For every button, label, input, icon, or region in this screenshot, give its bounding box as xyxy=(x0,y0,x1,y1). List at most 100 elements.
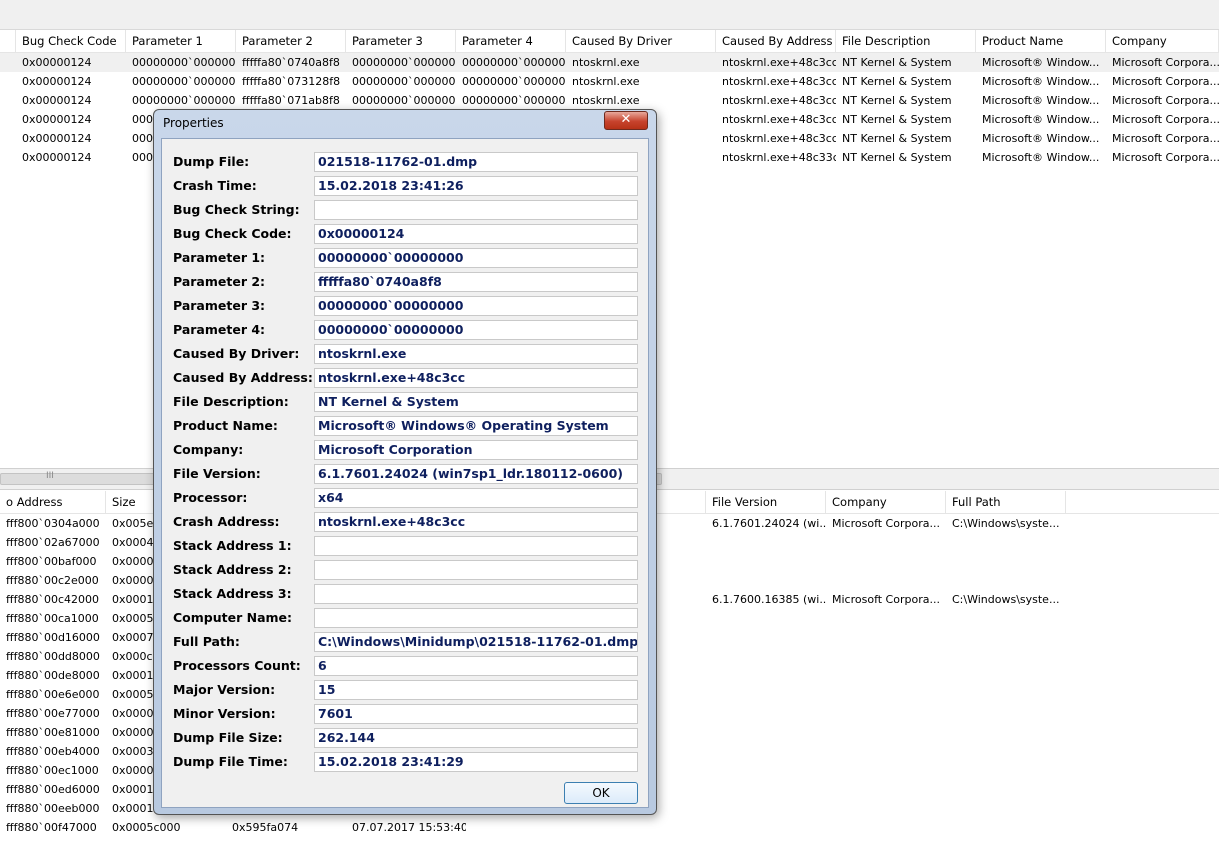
driver-list-cell: fff880`00ec1000 xyxy=(6,764,99,777)
property-value-field[interactable]: ntoskrnl.exe xyxy=(314,344,638,364)
driver-list-cell xyxy=(706,533,826,552)
property-value-field[interactable]: 00000000`00000000 xyxy=(314,296,638,316)
driver-list-cell: fff800`00baf000 xyxy=(6,555,97,568)
driver-list-cell xyxy=(706,628,826,647)
property-value-field[interactable]: 15 xyxy=(314,680,638,700)
property-label: Stack Address 2: xyxy=(173,562,292,577)
property-label: Caused By Driver: xyxy=(173,346,300,361)
crash-list-cell: ntoskrnl.exe xyxy=(572,56,640,69)
crash-list-column-header[interactable]: Product Name xyxy=(976,30,1106,52)
driver-list-cell: 0x595fa074 xyxy=(232,821,299,834)
crash-list-column-header[interactable]: Company xyxy=(1106,30,1219,52)
crash-list-column-header[interactable]: Bug Check Code xyxy=(16,30,126,52)
crash-list-column-header[interactable]: Parameter 2 xyxy=(236,30,346,52)
crash-list-column-header[interactable]: Caused By Driver xyxy=(566,30,716,52)
driver-list-cell xyxy=(946,723,1066,742)
driver-list-cell xyxy=(826,647,946,666)
driver-list-cell xyxy=(466,818,586,837)
crash-list-cell: ntoskrnl.exe+48c33c xyxy=(722,151,836,164)
properties-dialog: Properties ✕ Dump File Time: 15.02.2018 2… xyxy=(153,109,657,815)
driver-list-cell xyxy=(706,704,826,723)
property-value-field[interactable]: fffffa80`0740a8f8 xyxy=(314,272,638,292)
crash-list-cell: 00000000`000000... xyxy=(352,56,456,69)
driver-list-cell xyxy=(946,647,1066,666)
driver-list-cell xyxy=(826,742,946,761)
driver-list-cell: fff880`00ed6000 xyxy=(6,783,100,796)
property-value-field[interactable]: 6.1.7601.24024 (win7sp1_ldr.180112-0600) xyxy=(314,464,638,484)
close-icon[interactable]: ✕ xyxy=(604,111,648,130)
property-value-field[interactable]: 15.02.2018 23:41:26 xyxy=(314,176,638,196)
crash-list-row[interactable]: 0x00000124 00000000`000000... fffffa80`074… xyxy=(0,53,1219,72)
driver-list-cell xyxy=(706,780,826,799)
property-value-field[interactable] xyxy=(314,608,638,628)
crash-list-column-header[interactable]: File Description xyxy=(836,30,976,52)
crash-list-cell: ntoskrnl.exe+48c3cc xyxy=(722,132,836,145)
driver-list-row[interactable]: fff880`00f47000 0x0005c000 0x595fa074 07.07… xyxy=(0,818,1219,837)
property-value-field[interactable] xyxy=(314,584,638,604)
property-value-field[interactable]: 00000000`00000000 xyxy=(314,320,638,340)
property-label: Crash Address: xyxy=(173,514,280,529)
crash-list-cell: Microsoft® Window... xyxy=(982,151,1100,164)
property-row: Bug Check Code: 0x00000124 xyxy=(162,224,648,244)
crash-list-header-spacer xyxy=(0,30,16,52)
property-row: Major Version: 15 xyxy=(162,680,648,700)
driver-list-cell: fff800`0304a000 xyxy=(6,517,100,530)
property-value-field[interactable]: 021518-11762-01.dmp xyxy=(314,152,638,172)
driver-list-cell: fff880`00dd8000 xyxy=(6,650,100,663)
property-value-field[interactable]: 262.144 xyxy=(314,728,638,748)
property-value-field[interactable]: Microsoft Corporation xyxy=(314,440,638,460)
ok-button[interactable]: OK xyxy=(564,782,638,804)
property-value-field[interactable] xyxy=(314,560,638,580)
property-value-field[interactable]: x64 xyxy=(314,488,638,508)
property-value-field[interactable]: 7601 xyxy=(314,704,638,724)
property-label: Processors Count: xyxy=(173,658,301,673)
property-label: Dump File Size: xyxy=(173,730,283,745)
driver-list-column-header[interactable]: Company xyxy=(826,491,946,513)
properties-panel: Dump File Time: 15.02.2018 23:41:29 Dump F… xyxy=(161,138,649,808)
driver-list-column-header[interactable]: o Address xyxy=(0,491,106,513)
crash-list-cell: 00000000`000000... xyxy=(462,56,566,69)
property-row: Crash Time: 15.02.2018 23:41:26 xyxy=(162,176,648,196)
driver-list-column-header[interactable]: File Version xyxy=(706,491,826,513)
crash-list-cell: 00000000`000000... xyxy=(462,94,566,107)
crash-list-column-header[interactable]: Parameter 4 xyxy=(456,30,566,52)
crash-list-cell: NT Kernel & System xyxy=(842,75,952,88)
driver-list-cell xyxy=(706,723,826,742)
property-value-field[interactable]: C:\Windows\Minidump\021518-11762-01.dmp xyxy=(314,632,638,652)
driver-list-cell xyxy=(826,571,946,590)
driver-list-cell: fff880`00e77000 xyxy=(6,707,100,720)
property-value-field[interactable]: 6 xyxy=(314,656,638,676)
driver-list-column-header[interactable]: Full Path xyxy=(946,491,1066,513)
driver-list-cell xyxy=(706,647,826,666)
crash-list-cell: Microsoft® Window... xyxy=(982,132,1100,145)
property-value-field[interactable]: NT Kernel & System xyxy=(314,392,638,412)
driver-list-cell xyxy=(826,723,946,742)
property-value-field[interactable] xyxy=(314,200,638,220)
property-label: Parameter 3: xyxy=(173,298,266,313)
crash-list-row[interactable]: 0x00000124 00000000`000000... fffffa80`071… xyxy=(0,91,1219,110)
crash-list-column-header[interactable]: Parameter 1 xyxy=(126,30,236,52)
property-row: Product Name: Microsoft® Windows® Operati… xyxy=(162,416,648,436)
property-value-field[interactable]: ntoskrnl.exe+48c3cc xyxy=(314,368,638,388)
property-value-field[interactable] xyxy=(314,536,638,556)
property-value-field[interactable]: 0x00000124 xyxy=(314,224,638,244)
crash-list-cell: 00000000`000000... xyxy=(132,75,236,88)
crash-list-cell: Microsoft Corpora... xyxy=(1112,56,1219,69)
driver-list-cell xyxy=(826,533,946,552)
driver-list-cell: fff880`00eb4000 xyxy=(6,745,100,758)
property-value-field[interactable]: ntoskrnl.exe+48c3cc xyxy=(314,512,638,532)
crash-list-column-header[interactable]: Parameter 3 xyxy=(346,30,456,52)
property-row: File Version: 6.1.7601.24024 (win7sp1_ldr… xyxy=(162,464,648,484)
driver-list-cell xyxy=(826,628,946,647)
property-value-field[interactable]: 00000000`00000000 xyxy=(314,248,638,268)
driver-list-cell xyxy=(706,571,826,590)
crash-list-column-header[interactable]: Caused By Address xyxy=(716,30,836,52)
driver-list-cell: C:\Windows\syste... xyxy=(952,593,1060,606)
property-row: Caused By Address: ntoskrnl.exe+48c3cc xyxy=(162,368,648,388)
property-value-field[interactable]: 15.02.2018 23:41:29 xyxy=(314,752,638,772)
property-value-field[interactable]: Microsoft® Windows® Operating System xyxy=(314,416,638,436)
crash-list-row[interactable]: 0x00000124 00000000`000000... fffffa80`073… xyxy=(0,72,1219,91)
driver-list-cell: C:\Windows\syste... xyxy=(952,517,1060,530)
property-label: Dump File: xyxy=(173,154,250,169)
driver-list-cell xyxy=(706,818,826,837)
